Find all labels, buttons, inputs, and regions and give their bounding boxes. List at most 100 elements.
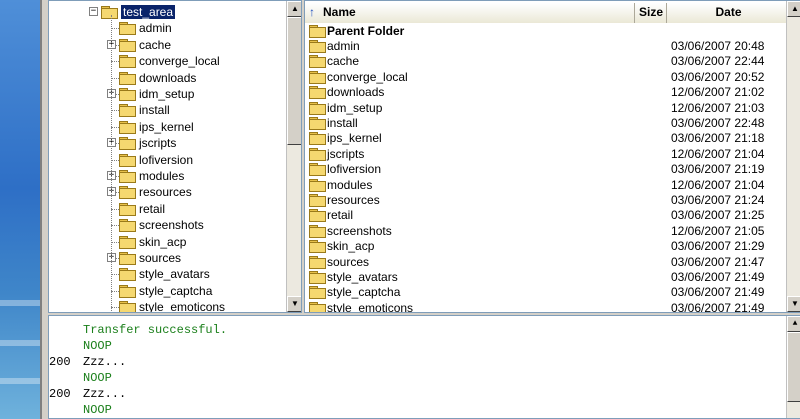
file-row[interactable]: skin_acp 03/06/2007 21:29 [305, 239, 787, 254]
tree-item-install[interactable]: install [119, 102, 170, 118]
folder-icon [309, 101, 326, 115]
tree-item-screenshots[interactable]: screenshots [119, 217, 204, 233]
folder-icon [119, 22, 136, 36]
tree-scroll-down-button[interactable]: ▼ [287, 296, 301, 312]
tree-item-sources[interactable]: sources [119, 250, 181, 266]
folder-icon [119, 252, 136, 265]
file-name: skin_acp [327, 239, 375, 254]
tree-item-admin[interactable]: admin [119, 20, 172, 36]
file-row[interactable]: style_captcha 03/06/2007 21:49 [305, 285, 787, 300]
column-header-name[interactable]: ↑ Name [305, 3, 635, 23]
tree-item-style-captcha[interactable]: style_captcha [119, 283, 212, 299]
tree-item-label: screenshots [139, 218, 204, 233]
file-row[interactable]: screenshots 12/06/2007 21:05 [305, 223, 787, 238]
list-scroll-down-button[interactable]: ▼ [787, 296, 800, 312]
file-name: resources [327, 192, 380, 207]
tree-item-label: lofiversion [139, 152, 194, 167]
file-name: modules [327, 177, 373, 192]
file-row[interactable]: converge_local 03/06/2007 20:52 [305, 69, 787, 84]
tree-item-cache[interactable]: cache [119, 37, 171, 53]
folder-icon [119, 120, 136, 134]
folder-icon [101, 6, 118, 19]
tree-connector [111, 159, 119, 161]
list-scroll-up-button[interactable]: ▲ [787, 1, 800, 17]
log-message: Transfer successful. [83, 323, 228, 337]
tree-item-label: modules [139, 169, 185, 183]
file-row[interactable]: admin 03/06/2007 20:48 [305, 38, 787, 53]
parent-folder-row[interactable]: Parent Folder [305, 23, 787, 38]
list-scrollbar[interactable]: ▲ ▼ [786, 1, 800, 312]
file-row[interactable]: cache 03/06/2007 22:44 [305, 54, 787, 69]
log-status-code: 200 [49, 355, 71, 369]
file-row[interactable]: retail 03/06/2007 21:25 [305, 208, 787, 223]
file-row[interactable]: downloads 12/06/2007 21:02 [305, 85, 787, 100]
parent-folder-label: Parent Folder [327, 23, 405, 38]
file-name: idm_setup [327, 100, 383, 115]
tree-scroll-thumb[interactable] [287, 17, 301, 145]
file-row[interactable]: install 03/06/2007 22:48 [305, 115, 787, 130]
tree-item-label: idm_setup [139, 87, 195, 101]
desktop-wave [0, 300, 40, 306]
file-name: lofiversion [327, 162, 382, 177]
folder-icon [309, 286, 326, 300]
file-date: 12/06/2007 21:02 [671, 85, 765, 100]
column-header-size[interactable]: Size [635, 3, 667, 23]
tree-item-modules[interactable]: modules [119, 168, 184, 184]
folder-icon [309, 193, 326, 207]
tree-item-test-area[interactable]: test_area [101, 4, 176, 20]
log-line: NOOP [49, 339, 779, 354]
file-date: 03/06/2007 21:49 [671, 285, 765, 300]
log-scroll-up-button[interactable]: ▲ [787, 316, 800, 332]
tree-item-label: cache [139, 37, 172, 52]
log-scrollbar[interactable]: ▲ [786, 316, 800, 418]
tree-item-retail[interactable]: retail [119, 201, 165, 217]
tree-item-resources[interactable]: resources [119, 184, 192, 200]
file-list-header: ↑ Name Size Date [305, 3, 787, 23]
column-header-date[interactable]: Date [667, 3, 787, 23]
file-date: 03/06/2007 20:52 [671, 69, 765, 84]
file-row[interactable]: style_avatars 03/06/2007 21:49 [305, 269, 787, 284]
tree-item-label: resources [139, 185, 192, 200]
folder-icon [119, 137, 136, 151]
folder-icon [309, 209, 326, 223]
file-row[interactable]: modules 12/06/2007 21:04 [305, 177, 787, 192]
collapse-icon[interactable]: − [89, 7, 98, 16]
folder-icon [119, 55, 136, 69]
folder-icon [119, 301, 136, 312]
tree-scroll-up-button[interactable]: ▲ [287, 1, 301, 17]
file-row[interactable]: idm_setup 12/06/2007 21:03 [305, 100, 787, 115]
tree-scrollbar[interactable]: ▲ ▼ [286, 1, 301, 312]
desktop-background [0, 0, 40, 419]
file-row[interactable]: sources 03/06/2007 21:47 [305, 254, 787, 269]
file-name: sources [327, 254, 370, 269]
file-name: screenshots [327, 223, 392, 238]
log-scroll-thumb[interactable] [787, 332, 800, 402]
tree-item-jscripts[interactable]: jscripts [119, 135, 176, 151]
tree-item-skin-acp[interactable]: skin_acp [119, 234, 186, 250]
tree-item-idm-setup[interactable]: idm_setup [119, 86, 194, 102]
tree-item-converge-local[interactable]: converge_local [119, 53, 220, 69]
file-row[interactable]: lofiversion 03/06/2007 21:19 [305, 162, 787, 177]
tree-connector [111, 110, 119, 112]
tree-item-lofiversion[interactable]: lofiversion [119, 152, 193, 168]
tree-item-label: admin [139, 21, 172, 36]
file-date: 03/06/2007 21:47 [671, 254, 765, 269]
file-row[interactable]: style_emoticons 03/06/2007 21:49 [305, 300, 787, 313]
tree-item-style-avatars[interactable]: style_avatars [119, 266, 210, 282]
tree-item-ips-kernel[interactable]: ips_kernel [119, 119, 194, 135]
file-name: ips_kernel [327, 131, 382, 146]
file-row[interactable]: jscripts 12/06/2007 21:04 [305, 146, 787, 161]
tree-guide-line [111, 15, 112, 311]
log-message: Zzz... [83, 387, 127, 401]
log-message: NOOP [83, 403, 112, 417]
file-row[interactable]: ips_kernel 03/06/2007 21:18 [305, 131, 787, 146]
tree-connector [111, 274, 119, 276]
tree-item-label: style_avatars [139, 267, 210, 282]
log-line: Transfer successful. [49, 323, 779, 338]
tree-item-downloads[interactable]: downloads [119, 70, 196, 86]
tree-item-style-emoticons[interactable]: style_emoticons [119, 299, 225, 312]
file-name: style_emoticons [327, 300, 414, 313]
file-name: style_captcha [327, 285, 401, 300]
file-row[interactable]: resources 03/06/2007 21:24 [305, 192, 787, 207]
folder-icon [309, 86, 326, 100]
